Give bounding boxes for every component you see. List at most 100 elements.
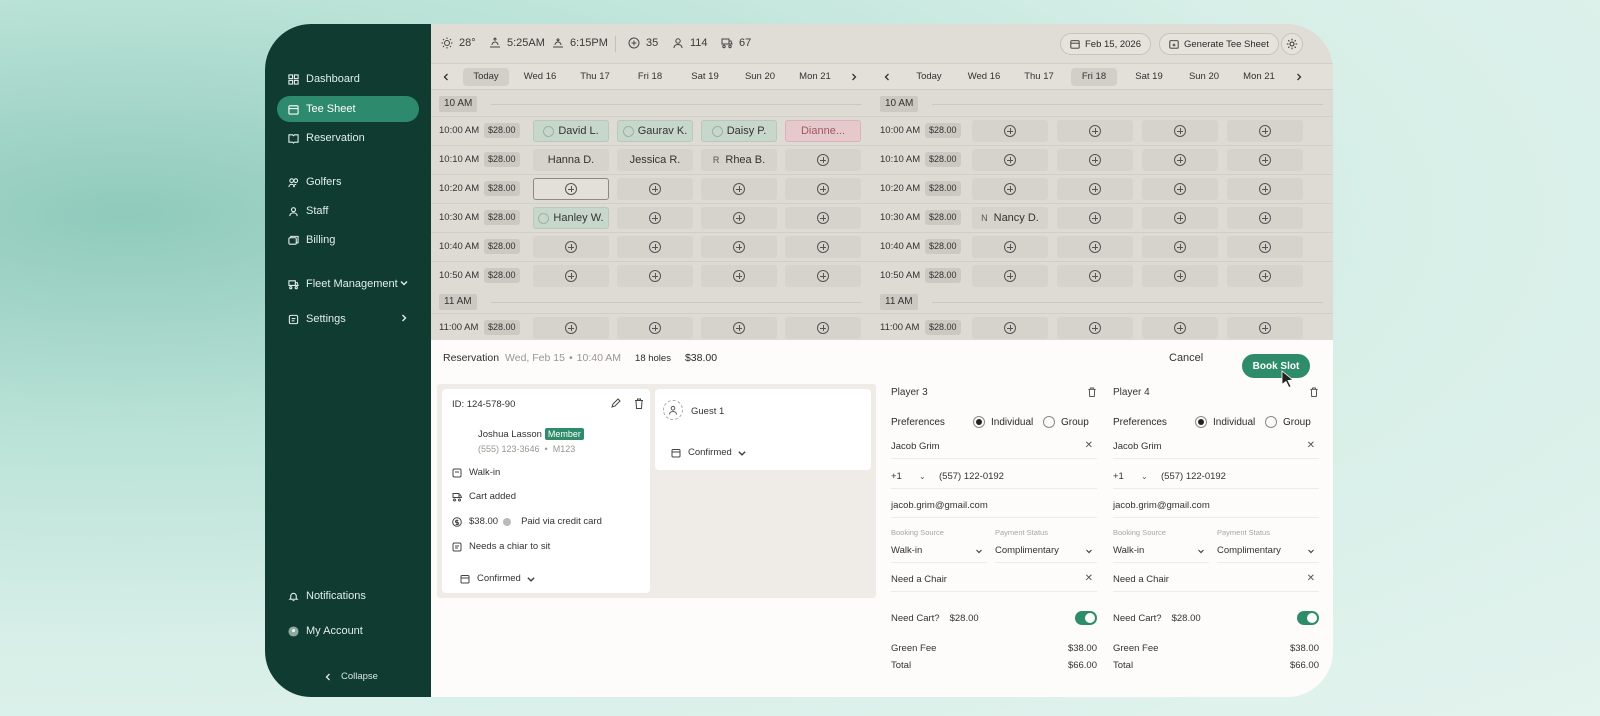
add-slot-button[interactable] <box>701 207 777 229</box>
trash-icon[interactable] <box>1309 387 1319 397</box>
booking-source-select[interactable]: Walk-in <box>1113 539 1209 563</box>
radio-group[interactable]: Group <box>1265 416 1311 428</box>
booking-cell[interactable]: Hanley W. <box>533 207 609 229</box>
name-field[interactable]: Jacob Grim ✕ <box>1113 435 1319 459</box>
email-field[interactable]: jacob.grim@gmail.com <box>1113 494 1319 518</box>
booking-cell[interactable]: Dianne... <box>785 120 861 142</box>
add-slot-button[interactable] <box>1227 178 1303 200</box>
add-slot-button[interactable] <box>617 207 693 229</box>
add-slot-button[interactable] <box>1227 317 1303 339</box>
add-slot-button[interactable] <box>1057 149 1133 171</box>
add-slot-button[interactable] <box>617 317 693 339</box>
add-slot-button[interactable] <box>1057 120 1133 142</box>
add-slot-button[interactable] <box>533 317 609 339</box>
day-tab[interactable]: Today <box>906 68 952 86</box>
day-tab[interactable]: Sun 20 <box>1181 68 1227 86</box>
add-slot-button[interactable] <box>785 317 861 339</box>
edit-icon[interactable] <box>610 398 621 409</box>
sidebar-item-dashboard[interactable]: Dashboard <box>277 66 419 92</box>
sidebar-item-settings[interactable]: Settings <box>277 306 419 332</box>
close-icon[interactable]: ✕ <box>1307 440 1315 451</box>
day-tab[interactable]: Thu 17 <box>1016 68 1062 86</box>
day-tab[interactable]: Sat 19 <box>682 68 728 86</box>
booking-cell[interactable]: Jessica R. <box>617 149 693 171</box>
sidebar-item-reservation[interactable]: Reservation <box>277 125 419 151</box>
add-slot-button[interactable] <box>1227 236 1303 258</box>
booking-cell[interactable]: R Rhea B. <box>701 149 777 171</box>
add-slot-button[interactable] <box>617 265 693 287</box>
add-slot-button[interactable] <box>533 178 609 200</box>
add-slot-button[interactable] <box>701 265 777 287</box>
add-slot-button[interactable] <box>1142 317 1218 339</box>
sidebar-item-my-account[interactable]: My Account <box>277 618 419 644</box>
gear-button[interactable] <box>1281 33 1303 55</box>
booking-cell[interactable]: Gaurav K. <box>617 120 693 142</box>
day-tab[interactable]: Wed 16 <box>517 68 563 86</box>
add-slot-button[interactable] <box>1057 207 1133 229</box>
generate-tee-sheet-button[interactable]: Generate Tee Sheet <box>1159 33 1279 55</box>
add-slot-button[interactable] <box>1227 265 1303 287</box>
cart-toggle[interactable] <box>1297 611 1319 625</box>
add-slot-button[interactable] <box>1057 265 1133 287</box>
prev-day-button[interactable] <box>439 70 453 84</box>
phone-field[interactable]: +1 ⌄ (557) 122-0192 <box>891 465 1097 489</box>
add-slot-button[interactable] <box>1142 236 1218 258</box>
status-dropdown[interactable]: Confirmed <box>460 573 543 584</box>
day-tab[interactable]: Sat 19 <box>1126 68 1172 86</box>
guest-card[interactable]: Guest 1 Confirmed <box>655 389 871 470</box>
add-slot-button[interactable] <box>785 149 861 171</box>
next-day-button[interactable] <box>847 70 861 84</box>
add-slot-button[interactable] <box>701 236 777 258</box>
radio-individual[interactable]: Individual <box>973 416 1033 428</box>
date-picker-button[interactable]: Feb 15, 2026 <box>1060 33 1151 55</box>
sidebar-item-staff[interactable]: Staff <box>277 198 419 224</box>
add-slot-button[interactable] <box>785 207 861 229</box>
add-slot-button[interactable] <box>1227 149 1303 171</box>
note-field[interactable]: Need a Chair ✕ <box>1113 568 1319 592</box>
add-slot-button[interactable] <box>972 178 1048 200</box>
booking-cell[interactable]: N Nancy D. <box>972 207 1048 229</box>
add-slot-button[interactable] <box>785 178 861 200</box>
booking-card[interactable]: ID: 124-578-90 Joshua Lasson Member (555)… <box>442 389 650 593</box>
day-tab[interactable]: Mon 21 <box>792 68 838 86</box>
add-slot-button[interactable] <box>785 236 861 258</box>
add-slot-button[interactable] <box>1227 120 1303 142</box>
add-slot-button[interactable] <box>972 120 1048 142</box>
add-slot-button[interactable] <box>972 236 1048 258</box>
next-day-button[interactable] <box>1292 70 1306 84</box>
add-slot-button[interactable] <box>785 265 861 287</box>
prev-day-button[interactable] <box>880 70 894 84</box>
payment-status-select[interactable]: Complimentary <box>1217 539 1319 563</box>
add-slot-button[interactable] <box>972 317 1048 339</box>
status-dropdown[interactable]: Confirmed <box>671 447 754 458</box>
add-slot-button[interactable] <box>972 149 1048 171</box>
day-tab[interactable]: Wed 16 <box>961 68 1007 86</box>
booking-cell[interactable]: Daisy P. <box>701 120 777 142</box>
sidebar-item-tee-sheet[interactable]: Tee Sheet <box>277 96 419 122</box>
note-field[interactable]: Need a Chair ✕ <box>891 568 1097 592</box>
booking-cell[interactable]: David L. <box>533 120 609 142</box>
add-slot-button[interactable] <box>701 317 777 339</box>
add-slot-button[interactable] <box>972 265 1048 287</box>
name-field[interactable]: Jacob Grim ✕ <box>891 435 1097 459</box>
collapse-button[interactable]: Collapse <box>323 671 378 682</box>
payment-status-select[interactable]: Complimentary <box>995 539 1097 563</box>
add-slot-button[interactable] <box>1142 265 1218 287</box>
add-slot-button[interactable] <box>1142 178 1218 200</box>
close-icon[interactable]: ✕ <box>1085 573 1093 584</box>
radio-individual[interactable]: Individual <box>1195 416 1255 428</box>
add-slot-button[interactable] <box>617 178 693 200</box>
day-tab[interactable]: Thu 17 <box>572 68 618 86</box>
sidebar-item-billing[interactable]: Billing <box>277 227 419 253</box>
sidebar-item-notifications[interactable]: Notifications <box>277 583 419 609</box>
add-slot-button[interactable] <box>617 236 693 258</box>
email-field[interactable]: jacob.grim@gmail.com <box>891 494 1097 518</box>
add-slot-button[interactable] <box>1057 236 1133 258</box>
radio-group[interactable]: Group <box>1043 416 1089 428</box>
day-tab[interactable]: Fri 18 <box>1071 68 1117 86</box>
add-slot-button[interactable] <box>533 236 609 258</box>
close-icon[interactable]: ✕ <box>1085 440 1093 451</box>
cart-toggle[interactable] <box>1075 611 1097 625</box>
add-slot-button[interactable] <box>701 178 777 200</box>
day-tab[interactable]: Sun 20 <box>737 68 783 86</box>
